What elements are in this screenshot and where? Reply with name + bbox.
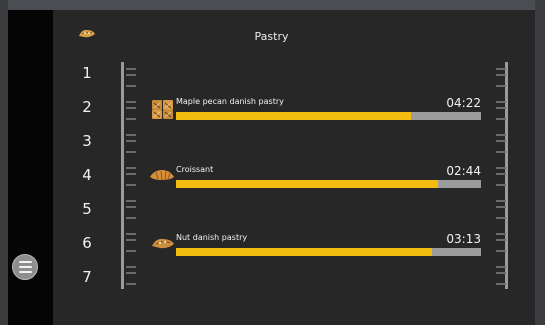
rack-tick xyxy=(126,183,136,186)
rack-tick xyxy=(496,205,506,208)
rack-tick xyxy=(496,271,506,274)
rack-tick xyxy=(496,183,506,186)
rack-tick xyxy=(126,282,136,285)
progress-track xyxy=(176,180,481,188)
danish-pastry-icon xyxy=(152,100,173,119)
nut-danish-icon xyxy=(152,238,174,249)
frame-right xyxy=(535,0,545,325)
page-title: Pastry xyxy=(254,30,289,43)
item-timer: 03:13 xyxy=(446,232,481,246)
rack-tick xyxy=(126,134,136,136)
hamburger-line xyxy=(18,271,32,273)
item-label: Croissant xyxy=(176,165,214,174)
rack-tick xyxy=(496,233,506,235)
item-label: Nut danish pastry xyxy=(176,233,248,242)
menu-button[interactable] xyxy=(12,254,38,280)
progress-fill xyxy=(176,248,433,256)
row-number-2: 2 xyxy=(82,98,92,116)
rack-tick xyxy=(126,101,136,103)
progress-track xyxy=(176,248,481,256)
progress-fill xyxy=(176,180,439,188)
rack-tick xyxy=(126,238,136,241)
rack-tick xyxy=(496,200,506,202)
rack-tick xyxy=(126,249,136,252)
row-number-5: 5 xyxy=(82,200,92,218)
progress-fill xyxy=(176,112,411,120)
rack-tick xyxy=(126,139,136,142)
progress-track xyxy=(176,112,481,120)
row-number-1: 1 xyxy=(82,64,92,82)
item-timer: 04:22 xyxy=(446,96,481,110)
rack-tick xyxy=(496,167,506,169)
rack-tick xyxy=(126,200,136,202)
rack-tick xyxy=(126,271,136,274)
rack-tick xyxy=(496,150,506,153)
rack-tick xyxy=(496,266,506,268)
rack-tick xyxy=(126,205,136,208)
row-number-3: 3 xyxy=(82,132,92,150)
hamburger-menu-icon xyxy=(18,261,32,263)
frame-left xyxy=(0,0,8,325)
rack-tick xyxy=(496,73,506,76)
rack-tick xyxy=(496,238,506,241)
item-label: Maple pecan danish pastry xyxy=(176,97,284,106)
row-number-6: 6 xyxy=(82,234,92,252)
rack-tick xyxy=(496,134,506,136)
frame-top xyxy=(0,0,545,10)
rack-tick xyxy=(496,106,506,109)
rack-tick xyxy=(126,233,136,235)
rack-tick xyxy=(126,84,136,87)
oven-screen: Pastry 1 2 3 4 5 6 7 Maple pecan danish … xyxy=(8,10,535,325)
rack-tick xyxy=(126,68,136,70)
left-rack-rail xyxy=(121,62,124,289)
rack-tick xyxy=(496,68,506,70)
row-number-7: 7 xyxy=(82,268,92,286)
rack-tick xyxy=(126,73,136,76)
rack-tick xyxy=(496,172,506,175)
rack-tick xyxy=(126,117,136,120)
item-timer: 02:44 xyxy=(446,164,481,178)
rack-tick xyxy=(496,249,506,252)
rack-tick xyxy=(496,216,506,219)
rack-tick xyxy=(496,101,506,103)
rack-tick xyxy=(126,266,136,268)
rack-tick xyxy=(496,282,506,285)
rack-tick xyxy=(126,216,136,219)
hamburger-line xyxy=(18,266,32,268)
rack-tick xyxy=(496,117,506,120)
croissant-icon xyxy=(150,170,174,181)
rack-tick xyxy=(126,106,136,109)
rack-tick xyxy=(126,150,136,153)
rack-tick xyxy=(126,172,136,175)
rack-tick xyxy=(496,84,506,87)
right-rack-rail xyxy=(505,62,508,289)
rack-tick xyxy=(496,139,506,142)
rack-tick xyxy=(126,167,136,169)
row-number-4: 4 xyxy=(82,166,92,184)
